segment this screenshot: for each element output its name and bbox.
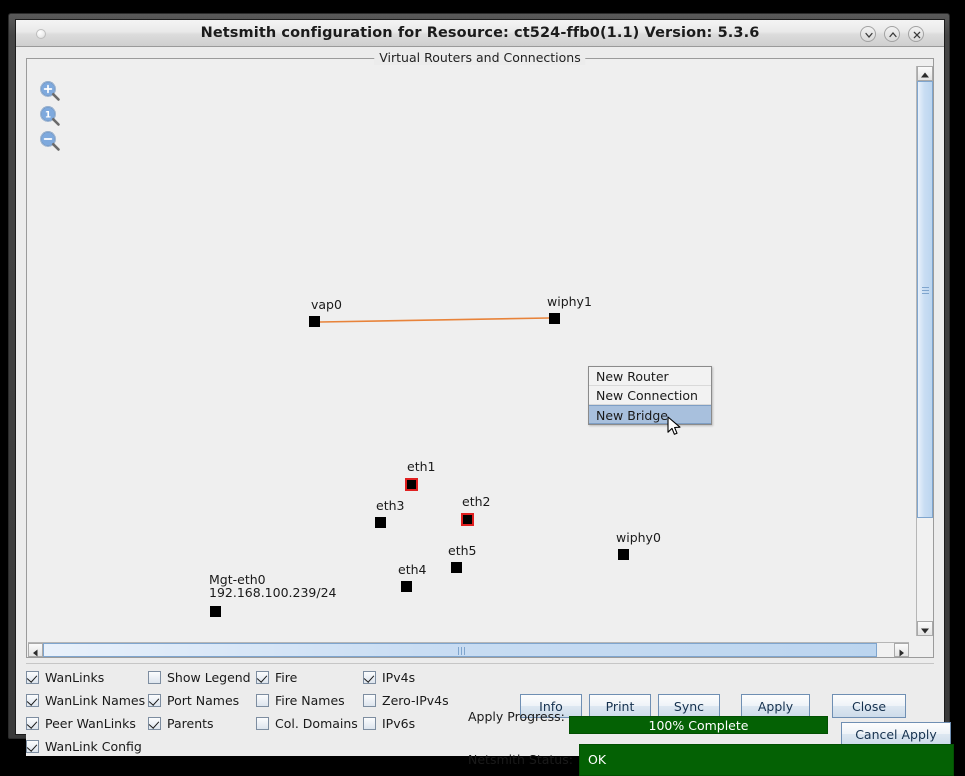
network-node-eth3[interactable]: [375, 517, 386, 528]
checkbox-label-fire-names: Fire Names: [275, 693, 345, 708]
menu-item-new-router[interactable]: New Router: [589, 367, 711, 386]
canvas-vertical-scrollbar[interactable]: [916, 66, 933, 636]
node-label-eth2: eth2: [462, 494, 491, 509]
checkbox-wanlink-config[interactable]: [26, 740, 39, 753]
node-label-eth4: eth4: [398, 562, 427, 577]
network-node-wiphy0[interactable]: [618, 549, 629, 560]
checkbox-label-col-domains: Col. Domains: [275, 716, 358, 731]
panel-title: Virtual Routers and Connections: [374, 50, 586, 65]
checkbox-zero-ipv4s[interactable]: [363, 694, 376, 707]
netsmith-status-box: OK: [579, 744, 954, 776]
scroll-left-button[interactable]: [28, 643, 43, 657]
checkbox-fire[interactable]: [256, 671, 269, 684]
apply-progress-label: Apply Progress:: [468, 709, 565, 724]
network-node-eth1[interactable]: [405, 478, 418, 491]
horizontal-scroll-thumb[interactable]: [43, 643, 877, 657]
node-ip-address: 192.168.100.239/24: [209, 585, 337, 600]
checkbox-col-domains[interactable]: [256, 717, 269, 730]
option-row-fire[interactable]: Fire: [256, 670, 297, 685]
canvas-horizontal-scrollbar[interactable]: [28, 642, 909, 657]
close-button[interactable]: [908, 26, 924, 42]
network-node-wiphy1[interactable]: [549, 313, 560, 324]
triangle-right-icon: [899, 649, 904, 657]
checkbox-parents[interactable]: [148, 717, 161, 730]
checkbox-peer-wanlinks[interactable]: [26, 717, 39, 730]
option-row-show-legend[interactable]: Show Legend: [148, 670, 251, 685]
checkbox-label-ipv6s: IPv6s: [382, 716, 416, 731]
checkbox-ipv6s[interactable]: [363, 717, 376, 730]
option-row-wanlinks[interactable]: WanLinks: [26, 670, 104, 685]
scroll-right-button[interactable]: [894, 643, 909, 657]
checkbox-label-parents: Parents: [167, 716, 214, 731]
checkbox-wanlink-names[interactable]: [26, 694, 39, 707]
option-row-parents[interactable]: Parents: [148, 716, 214, 731]
cancel-apply-button[interactable]: Cancel Apply: [841, 722, 951, 746]
option-row-ipv6s[interactable]: IPv6s: [363, 716, 415, 731]
checkbox-label-ipv4s: IPv4s: [382, 670, 416, 685]
option-row-wanlink-names[interactable]: WanLink Names: [26, 693, 145, 708]
network-node-mgt-eth0[interactable]: [210, 606, 221, 617]
scroll-down-button[interactable]: [917, 621, 933, 636]
apply-progress-value: 100% Complete: [648, 717, 749, 733]
sync-button[interactable]: Sync: [658, 694, 720, 718]
node-label-eth5: eth5: [448, 543, 477, 558]
window-content: Netsmith configuration for Resource: ct5…: [15, 19, 954, 776]
triangle-left-icon: [33, 649, 38, 657]
node-label-eth3: eth3: [376, 498, 405, 513]
checkbox-fire-names[interactable]: [256, 694, 269, 707]
checkbox-label-wanlinks: WanLinks: [45, 670, 105, 685]
checkbox-label-peer-wanlinks: Peer WanLinks: [45, 716, 136, 731]
node-label-wiphy0: wiphy0: [616, 530, 661, 545]
network-node-eth5[interactable]: [451, 562, 462, 573]
main-body: Virtual Routers and Connections 1 vap0 w…: [16, 47, 954, 776]
network-node-vap0[interactable]: [309, 316, 320, 327]
network-node-eth4[interactable]: [401, 581, 412, 592]
context-menu[interactable]: New Router New Connection New Bridge: [588, 366, 712, 425]
maximize-button[interactable]: [884, 26, 900, 42]
option-row-peer-wanlinks[interactable]: Peer WanLinks: [26, 716, 136, 731]
chevron-up-icon: [889, 32, 897, 38]
window-title: Netsmith configuration for Resource: ct5…: [200, 25, 760, 41]
checkbox-label-show-legend: Show Legend: [167, 670, 251, 685]
checkbox-label-wanlink-names: WanLink Names: [45, 693, 146, 708]
apply-button[interactable]: Apply: [741, 694, 810, 718]
print-button[interactable]: Print: [589, 694, 651, 718]
network-canvas[interactable]: 1 vap0 wiphy1 eth1 eth3 eth2 eth5 eth4 w…: [28, 66, 909, 636]
node-label-eth1: eth1: [407, 459, 436, 474]
checkbox-ipv4s[interactable]: [363, 671, 376, 684]
application-window: Netsmith configuration for Resource: ct5…: [8, 13, 954, 776]
node-label-mgt-eth0: Mgt-eth0 192.168.100.239/24: [209, 572, 336, 600]
close-button-action[interactable]: Close: [832, 694, 906, 718]
option-row-fire-names[interactable]: Fire Names: [256, 693, 345, 708]
chevron-down-icon: [865, 32, 873, 38]
checkbox-label-wanlink-config: WanLink Config: [45, 739, 142, 754]
node-label-wiphy1: wiphy1: [547, 294, 592, 309]
apply-progress-bar: 100% Complete: [569, 716, 828, 734]
close-x-icon: [913, 31, 921, 39]
checkbox-label-fire: Fire: [275, 670, 298, 685]
menu-item-new-connection[interactable]: New Connection: [589, 386, 711, 405]
scroll-up-button[interactable]: [917, 66, 933, 81]
menu-item-new-bridge[interactable]: New Bridge: [589, 405, 711, 424]
option-row-ipv4s[interactable]: IPv4s: [363, 670, 415, 685]
checkbox-wanlinks[interactable]: [26, 671, 39, 684]
minimize-button[interactable]: [860, 26, 876, 42]
option-row-zero-ipv4s[interactable]: Zero-IPv4s: [363, 693, 449, 708]
option-row-col-domains[interactable]: Col. Domains: [256, 716, 358, 731]
title-bar: Netsmith configuration for Resource: ct5…: [16, 20, 944, 47]
network-node-eth2[interactable]: [461, 513, 474, 526]
checkbox-label-zero-ipv4s: Zero-IPv4s: [382, 693, 449, 708]
checkbox-label-port-names: Port Names: [167, 693, 240, 708]
connection-line[interactable]: [319, 317, 550, 323]
option-row-port-names[interactable]: Port Names: [148, 693, 239, 708]
option-row-wanlink-config[interactable]: WanLink Config: [26, 739, 142, 754]
triangle-down-icon: [921, 628, 929, 634]
checkbox-port-names[interactable]: [148, 694, 161, 707]
vertical-scroll-thumb[interactable]: [917, 81, 933, 518]
virtual-routers-panel: Virtual Routers and Connections 1 vap0 w…: [26, 50, 934, 658]
checkbox-show-legend[interactable]: [148, 671, 161, 684]
node-label-vap0: vap0: [311, 297, 342, 312]
